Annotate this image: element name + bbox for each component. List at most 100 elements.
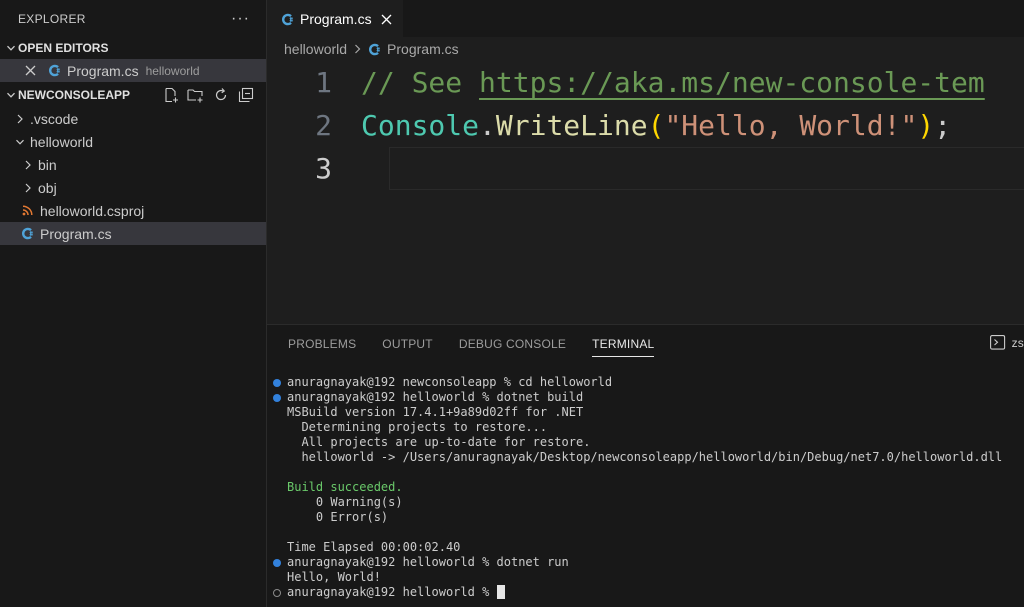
csharp-icon xyxy=(21,227,34,240)
new-folder-icon[interactable] xyxy=(187,87,204,104)
terminal-line-text: MSBuild version 17.4.1+9a89d02ff for .NE… xyxy=(287,405,584,419)
terminal-line: 0 Error(s) xyxy=(267,510,1024,525)
code-paren-open: ( xyxy=(647,109,665,142)
terminal-line-text: Time Elapsed 00:00:02.40 xyxy=(287,540,461,554)
panel-tabs: PROBLEMS OUTPUT DEBUG CONSOLE TERMINAL z… xyxy=(267,325,1024,363)
csharp-icon xyxy=(368,43,381,56)
terminal-line: Hello, World! xyxy=(267,570,1024,585)
shell-label: zs xyxy=(1011,335,1024,350)
line-number: 1 xyxy=(315,66,332,99)
more-actions-icon[interactable]: ··· xyxy=(231,10,250,28)
terminal-line: anuragnayak@192 helloworld % xyxy=(267,585,1024,600)
breadcrumb-file[interactable]: Program.cs xyxy=(387,41,459,57)
rss-icon xyxy=(22,205,33,216)
explorer-header: EXPLORER ··· xyxy=(0,0,266,37)
tree-item-label: bin xyxy=(38,156,57,173)
close-icon[interactable] xyxy=(22,65,38,76)
explorer-sidebar: EXPLORER ··· OPEN EDITORS Program.cs hel… xyxy=(0,0,267,607)
code-class-name: Console xyxy=(361,109,480,142)
tree-item-obj[interactable]: obj xyxy=(0,176,266,199)
terminal-line: Build succeeded. xyxy=(267,480,1024,495)
breadcrumb-folder[interactable]: helloworld xyxy=(284,41,347,57)
line-number: 2 xyxy=(315,109,332,142)
tree-item-bin[interactable]: bin xyxy=(0,153,266,176)
folder-toolbar xyxy=(162,87,254,104)
code-line-3: 3 xyxy=(267,147,1024,190)
terminal-line-text: anuragnayak@192 newconsoleapp % cd hello… xyxy=(287,375,613,389)
chevron-down-icon xyxy=(14,137,26,147)
terminal-instance-selector[interactable]: zs xyxy=(989,335,1024,350)
tree-item-vscode[interactable]: .vscode xyxy=(0,107,266,130)
terminal-line-text: Build succeeded. xyxy=(287,480,403,494)
tree-item-label: obj xyxy=(38,179,57,196)
tree-item-program-cs[interactable]: Program.cs xyxy=(0,222,266,245)
terminal-line: anuragnayak@192 newconsoleapp % cd hello… xyxy=(267,375,1024,390)
tab-debug-console[interactable]: DEBUG CONSOLE xyxy=(459,325,566,363)
code-string: "Hello, World!" xyxy=(664,109,918,142)
terminal-line-text: anuragnayak@192 helloworld % dotnet buil… xyxy=(287,390,584,404)
collapse-all-icon[interactable] xyxy=(237,87,254,104)
terminal-line: 0 Warning(s) xyxy=(267,495,1024,510)
csharp-icon xyxy=(281,13,294,26)
tab-output[interactable]: OUTPUT xyxy=(382,325,433,363)
terminal-line: Determining projects to restore... xyxy=(267,420,1024,435)
terminal-cursor xyxy=(496,585,505,599)
tab-program-cs[interactable]: Program.cs xyxy=(267,0,403,37)
terminal-line: All projects are up-to-date for restore. xyxy=(267,435,1024,450)
terminal-line-text: anuragnayak@192 helloworld % dotnet run xyxy=(287,555,569,569)
tree-item-helloworld[interactable]: helloworld xyxy=(0,130,266,153)
editor-tab-bar: Program.cs xyxy=(267,0,1024,37)
command-decoration-icon[interactable] xyxy=(273,379,281,387)
command-pending-icon[interactable] xyxy=(273,589,281,597)
terminal-line-text: Determining projects to restore... xyxy=(287,420,548,434)
open-editor-item-program-cs[interactable]: Program.cs helloworld xyxy=(0,59,266,82)
breadcrumb: helloworld Program.cs xyxy=(267,37,1024,61)
code-method-name: WriteLine xyxy=(495,109,648,142)
terminal-output[interactable]: anuragnayak@192 newconsoleapp % cd hello… xyxy=(267,375,1024,600)
chevron-right-icon xyxy=(22,183,34,193)
terminal-line: helloworld -> /Users/anuragnayak/Desktop… xyxy=(267,450,1024,465)
open-editor-description: helloworld xyxy=(145,63,200,78)
terminal-line-text: 0 Error(s) xyxy=(287,510,389,524)
code-semicolon: ; xyxy=(934,109,952,142)
code-paren-close: ) xyxy=(917,109,935,142)
command-decoration-icon[interactable] xyxy=(273,559,281,567)
tree-item-label: Program.cs xyxy=(40,225,112,242)
new-file-icon[interactable] xyxy=(162,87,179,104)
code-line-1: 1 // See https://aka.ms/new-console-tem xyxy=(267,61,1024,104)
close-icon[interactable] xyxy=(381,14,392,25)
terminal-line-text: Hello, World! xyxy=(287,570,381,584)
tab-problems[interactable]: PROBLEMS xyxy=(288,325,356,363)
explorer-title: EXPLORER xyxy=(18,11,86,26)
chevron-down-icon xyxy=(4,90,18,100)
csharp-icon xyxy=(48,64,61,77)
code-comment: // See xyxy=(361,66,480,99)
tree-item-csproj[interactable]: helloworld.csproj xyxy=(0,199,266,222)
refresh-icon[interactable] xyxy=(212,87,229,104)
chevron-right-icon xyxy=(22,160,34,170)
code-comment-link[interactable]: https://aka.ms/new-console-tem xyxy=(479,66,985,99)
folder-section-header[interactable]: NEWCONSOLEAPP xyxy=(0,84,266,106)
command-decoration-icon[interactable] xyxy=(273,394,281,402)
code-editor[interactable]: 1 // See https://aka.ms/new-console-tem … xyxy=(267,61,1024,324)
terminal-line: anuragnayak@192 helloworld % dotnet run xyxy=(267,555,1024,570)
chevron-right-icon xyxy=(354,44,361,54)
code-line-2: 2 Console. WriteLine("Hello, World!"); xyxy=(267,104,1024,147)
open-editors-label: OPEN EDITORS xyxy=(18,41,109,55)
tree-item-label: helloworld.csproj xyxy=(40,202,145,219)
terminal-line: anuragnayak@192 helloworld % dotnet buil… xyxy=(267,390,1024,405)
terminal-line-text: 0 Warning(s) xyxy=(287,495,403,509)
tree-item-label: helloworld xyxy=(30,133,94,150)
chevron-right-icon xyxy=(14,114,26,124)
tab-terminal[interactable]: TERMINAL xyxy=(592,325,655,363)
code-dot: . xyxy=(479,109,496,142)
chevron-down-icon xyxy=(4,43,18,53)
bottom-panel: PROBLEMS OUTPUT DEBUG CONSOLE TERMINAL z… xyxy=(267,324,1024,607)
folder-label: NEWCONSOLEAPP xyxy=(18,88,131,102)
terminal-line-text: helloworld -> /Users/anuragnayak/Desktop… xyxy=(287,450,1003,464)
terminal-line: Time Elapsed 00:00:02.40 xyxy=(267,540,1024,555)
open-editors-section-header[interactable]: OPEN EDITORS xyxy=(0,37,266,59)
open-editor-filename: Program.cs xyxy=(67,62,139,79)
